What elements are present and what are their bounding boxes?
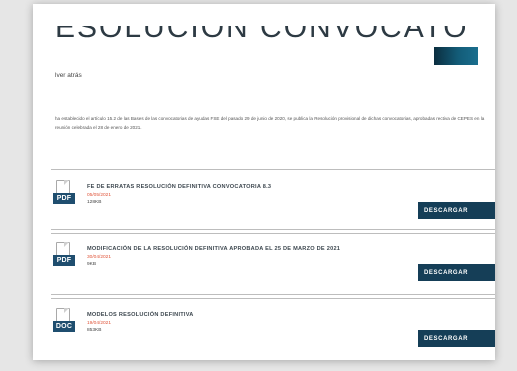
title-accent-block [434,47,478,65]
document-item: PDF MODIFICACIÓN DE LA RESOLUCIÓN DEFINI… [51,234,495,294]
download-button[interactable]: DESCARGAR [418,330,495,347]
document-size: 9KB [87,262,97,267]
file-type-badge: DOC [53,321,75,332]
intro-paragraph: ha establecido el artículo 15.2 de las B… [55,116,485,130]
document-title[interactable]: MODELOS RESOLUCIÓN DEFINITIVA [87,312,194,318]
download-button[interactable]: DESCARGAR [418,202,495,219]
divider [51,294,495,295]
document-size: 853KB [87,328,102,333]
divider [51,229,495,230]
divider [51,298,495,299]
document-item: DOC MODELOS RESOLUCIÓN DEFINITIVA 19/04/… [51,300,495,360]
document-date: 05/05/2021 [87,193,112,198]
page-card: ESOLUCIÓN CONVOCATORIAS 2020-2023 lver a… [33,4,495,360]
document-item: PDF FE DE ERRATAS RESOLUCIÓN DEFINITIVA … [51,172,495,232]
document-title[interactable]: MODIFICACIÓN DE LA RESOLUCIÓN DEFINITIVA… [87,246,340,252]
pdf-file-icon[interactable]: PDF [53,180,75,210]
doc-file-icon[interactable]: DOC [53,308,75,338]
divider [51,169,495,170]
page-title: ESOLUCIÓN CONVOCATORIAS 2020-2023 [55,26,465,44]
file-type-badge: PDF [53,255,75,266]
file-type-badge: PDF [53,193,75,204]
back-link[interactable]: lver atrás [55,72,82,79]
pdf-file-icon[interactable]: PDF [53,242,75,272]
document-date: 30/04/2021 [87,255,112,260]
document-date: 19/04/2021 [87,321,112,326]
document-title[interactable]: FE DE ERRATAS RESOLUCIÓN DEFINITIVA CONV… [87,184,271,190]
document-size: 128KB [87,200,102,205]
download-button[interactable]: DESCARGAR [418,264,495,281]
